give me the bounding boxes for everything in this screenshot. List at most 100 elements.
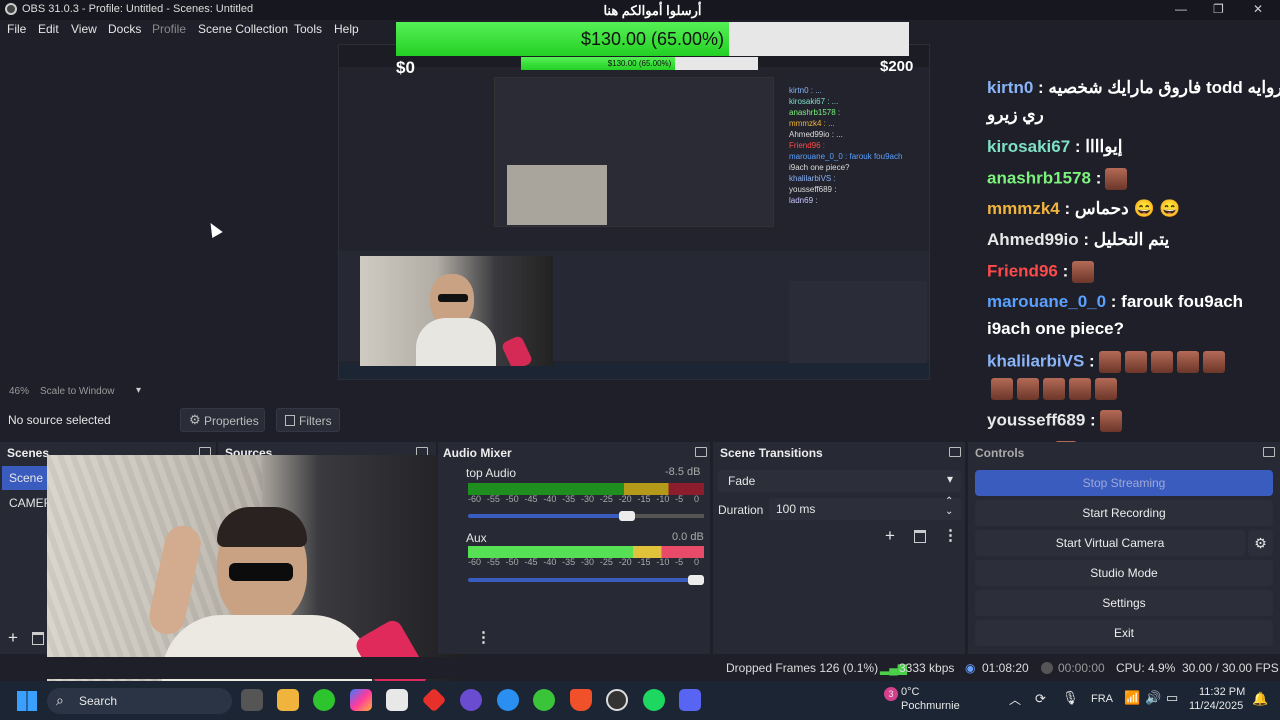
- weather-text[interactable]: Pochmurnie: [901, 700, 960, 712]
- scale-tick: -50: [505, 494, 519, 504]
- undock-icon[interactable]: [1263, 447, 1275, 457]
- transition-menu-icon[interactable]: ⋮: [943, 526, 958, 544]
- track2-slider-knob[interactable]: [688, 575, 704, 585]
- obs-taskbar-icon[interactable]: [606, 689, 628, 711]
- volume-icon[interactable]: 🔊: [1145, 690, 1161, 706]
- app-red-icon[interactable]: [421, 687, 447, 713]
- menu-scene-collection[interactable]: Scene Collection: [198, 22, 288, 36]
- undock-icon[interactable]: [695, 447, 707, 457]
- trash-icon[interactable]: [914, 530, 926, 543]
- menu-profile[interactable]: Profile: [152, 22, 186, 36]
- taskbar-search[interactable]: ⌕ Search: [47, 688, 232, 714]
- notification-icon[interactable]: 🔔: [1252, 691, 1268, 707]
- menu-file[interactable]: File: [7, 22, 26, 36]
- chevron-down-icon[interactable]: ▾: [136, 385, 141, 396]
- track1-name: top Audio: [466, 466, 517, 480]
- spotify-icon[interactable]: [643, 689, 665, 711]
- settings-button[interactable]: Settings: [975, 590, 1273, 616]
- scale-tick: -20: [618, 494, 632, 504]
- app-purple-icon[interactable]: [460, 689, 482, 711]
- start-recording-button[interactable]: Start Recording: [975, 500, 1273, 526]
- utorrent-icon[interactable]: [533, 689, 555, 711]
- track1-volume-slider[interactable]: [468, 514, 628, 518]
- menu-view[interactable]: View: [71, 22, 97, 36]
- scale-tick: -30: [581, 557, 595, 567]
- kbps: 3333 kbps: [899, 661, 955, 675]
- scene-item-selected[interactable]: Scene: [2, 466, 47, 490]
- nested-webcam-feed: [360, 256, 553, 366]
- chat-username: yousseff689: [987, 410, 1090, 430]
- duration-field[interactable]: 100 ms ⌃ ⌄: [769, 496, 961, 520]
- chat-message: marouane_0_0 : farouk fou9ach: [987, 292, 1243, 312]
- emote-icon: [1202, 351, 1225, 373]
- menu-docks[interactable]: Docks: [108, 22, 141, 36]
- chat-username: marouane_0_0: [987, 292, 1111, 311]
- scale-tick: -15: [637, 494, 651, 504]
- record-icon: [1041, 662, 1053, 674]
- battery-icon[interactable]: ▭: [1166, 690, 1178, 706]
- trash-icon[interactable]: [32, 632, 44, 645]
- studio-mode-button[interactable]: Studio Mode: [975, 560, 1273, 586]
- clock-date[interactable]: 11/24/2025: [1189, 700, 1243, 712]
- goal-text: $130.00 (65.00%): [580, 29, 725, 49]
- transition-select[interactable]: Fade ▾: [718, 470, 961, 492]
- maximize-button[interactable]: ❐: [1213, 2, 1224, 16]
- scale-tick: -45: [524, 494, 538, 504]
- track1-slider-knob[interactable]: [619, 511, 635, 521]
- chat-text: : دحماس 😄 😄: [1064, 199, 1181, 218]
- file-explorer-icon[interactable]: [277, 689, 299, 711]
- filters-button[interactable]: Filters: [276, 408, 340, 432]
- minimize-button[interactable]: —: [1175, 2, 1187, 16]
- mixer-menu-icon[interactable]: ⋮: [476, 628, 491, 646]
- sync-icon[interactable]: ⟳: [1035, 691, 1046, 707]
- scale-tick: 0: [694, 557, 700, 567]
- gear-icon[interactable]: ⚙: [1248, 530, 1273, 556]
- track2-volume-slider[interactable]: [468, 578, 704, 582]
- chat-message: Ahmed99io : يتم التحليل: [987, 230, 1169, 250]
- chat-username: Ahmed99io: [987, 230, 1084, 249]
- microphone-icon[interactable]: 🎙: [1062, 690, 1079, 706]
- audio-mixer-title: Audio Mixer: [443, 446, 512, 460]
- input-language[interactable]: FRA: [1091, 693, 1113, 705]
- menu-help[interactable]: Help: [334, 22, 359, 36]
- scale-tick: -20: [618, 557, 632, 567]
- chevron-down-icon: ▾: [947, 472, 954, 486]
- brave-icon[interactable]: [570, 689, 592, 711]
- scale-tick: -40: [543, 494, 557, 504]
- scale-tick: -35: [562, 494, 576, 504]
- emote-icon: [1099, 410, 1122, 432]
- emote-icon: [991, 378, 1013, 400]
- stepper-down-icon[interactable]: ⌄: [945, 506, 953, 517]
- add-scene-icon[interactable]: +: [8, 628, 18, 648]
- copilot-icon[interactable]: [350, 689, 372, 711]
- scale-tick: -60: [468, 557, 482, 567]
- nested-goal-text: $130.00 (65.00%): [607, 59, 672, 68]
- emote-icon: [1150, 351, 1173, 373]
- undock-icon[interactable]: [949, 447, 961, 457]
- menu-tools[interactable]: Tools: [294, 22, 322, 36]
- add-transition-icon[interactable]: +: [885, 526, 895, 546]
- scale-tick: -15: [637, 557, 651, 567]
- close-button[interactable]: ✕: [1253, 2, 1263, 16]
- exit-button[interactable]: Exit: [975, 620, 1273, 646]
- chevron-up-icon[interactable]: ︿: [1009, 691, 1021, 708]
- stop-streaming-button[interactable]: Stop Streaming: [975, 470, 1273, 496]
- chat-text: :: [1089, 351, 1095, 371]
- edge-icon[interactable]: [497, 689, 519, 711]
- menu-edit[interactable]: Edit: [38, 22, 59, 36]
- discord-icon[interactable]: [679, 689, 701, 711]
- goal-bar: $130.00 (65.00%): [396, 22, 909, 56]
- properties-button[interactable]: ⚙ Properties: [180, 408, 265, 432]
- start-virtual-camera-button[interactable]: Start Virtual Camera: [975, 530, 1245, 556]
- clock-time[interactable]: 11:32 PM: [1199, 686, 1245, 698]
- task-view-icon[interactable]: [241, 689, 263, 711]
- status-bar: Dropped Frames 126 (0.1%) ▂▄▆ 3333 kbps …: [0, 657, 1280, 679]
- store-icon[interactable]: [386, 689, 408, 711]
- wifi-icon[interactable]: 📶: [1124, 690, 1140, 706]
- windows-start-icon[interactable]: [17, 691, 37, 711]
- emote-icon: [1095, 378, 1117, 400]
- scene-item-label: Scene: [9, 471, 44, 485]
- record-time: 00:00:00: [1058, 661, 1105, 675]
- app-green-icon[interactable]: [313, 689, 335, 711]
- scale-mode[interactable]: Scale to Window: [40, 386, 114, 397]
